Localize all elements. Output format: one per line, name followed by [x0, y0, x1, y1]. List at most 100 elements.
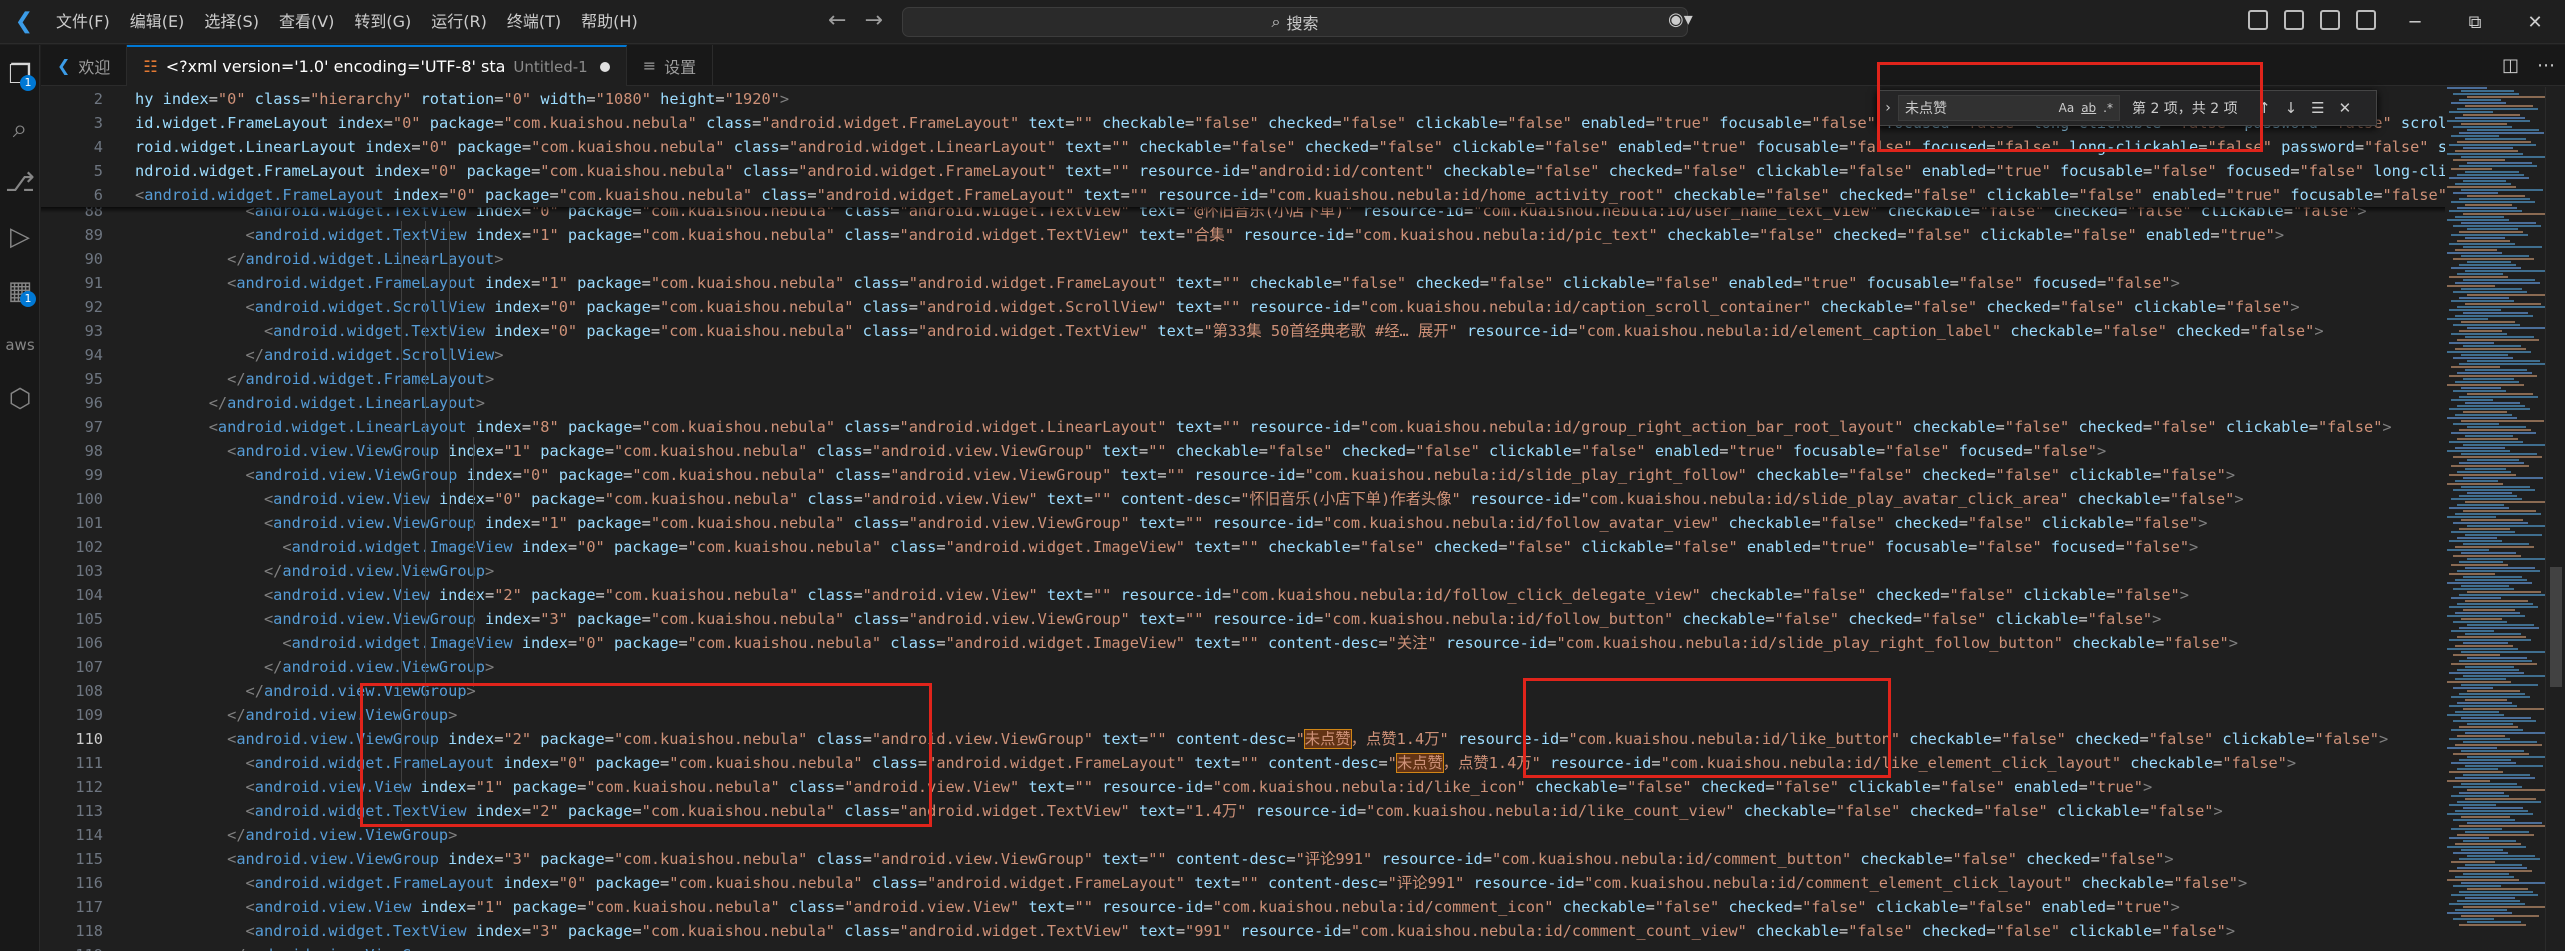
- minimap[interactable]: [2445, 87, 2545, 951]
- menu-edit[interactable]: 编辑(E): [120, 0, 195, 44]
- toggle-primary-sidebar-icon[interactable]: [2284, 10, 2304, 30]
- search-icon: ⌕: [1271, 12, 1281, 31]
- hexagon-extension-icon[interactable]: ⬡: [0, 375, 40, 423]
- code-text: <android.widget.ImageView index="0" pack…: [282, 634, 2238, 652]
- run-debug-icon[interactable]: ▷: [0, 213, 40, 261]
- code-text: <android.widget.ImageView index="0" pack…: [282, 538, 2199, 556]
- find-in-selection-icon[interactable]: ☰: [2311, 99, 2324, 117]
- code-text: <android.widget.FrameLayout index="0" pa…: [135, 186, 2445, 204]
- minimap-line: [2447, 582, 2532, 584]
- toggle-secondary-sidebar-icon[interactable]: [2356, 10, 2376, 30]
- tab-settings[interactable]: ≡ 设置: [627, 45, 714, 86]
- close-window-icon[interactable]: ✕: [2505, 0, 2565, 44]
- minimap-line: [2451, 432, 2536, 434]
- minimap-line: [2447, 549, 2489, 551]
- minimap-line: [2449, 705, 2517, 707]
- find-match-highlight: 未点赞: [1303, 729, 1352, 749]
- sticky-code-line[interactable]: 6 <android.widget.FrameLayout index="0" p…: [41, 183, 2445, 207]
- minimap-line: [2459, 231, 2523, 233]
- menu-go[interactable]: 转到(G): [344, 0, 421, 44]
- code-line[interactable]: 115 <android.view.ViewGroup index="3" pa…: [41, 847, 2441, 871]
- minimap-line: [2449, 507, 2509, 509]
- split-editor-icon[interactable]: ◫: [2502, 55, 2519, 76]
- minimap-line: [2459, 627, 2539, 629]
- tab-welcome[interactable]: ❮ 欢迎: [41, 45, 128, 86]
- sticky-code-line[interactable]: 5 ndroid.widget.FrameLayout index="0" pac…: [41, 159, 2445, 183]
- more-actions-icon[interactable]: ⋯: [2537, 55, 2555, 76]
- minimap-line: [2455, 909, 2507, 911]
- minimap-line: [2461, 684, 2538, 686]
- vscode-icon: ❮: [57, 56, 71, 75]
- code-line[interactable]: 117 <android.view.View index="1" package…: [41, 895, 2441, 919]
- settings-icon: ≡: [642, 56, 657, 75]
- minimap-line: [2447, 912, 2512, 914]
- forward-arrow-icon[interactable]: →: [864, 8, 882, 33]
- menu-run[interactable]: 运行(R): [421, 0, 497, 44]
- code-text: <android.widget.TextView index="1" packa…: [245, 226, 2285, 244]
- minimap-line: [2447, 780, 2490, 782]
- find-buttons: ↑ ↓ ☰ ✕: [2258, 99, 2351, 117]
- extensions-badge: 1: [20, 291, 36, 307]
- close-find-icon[interactable]: ✕: [2339, 99, 2352, 117]
- minimap-line: [2459, 495, 2517, 497]
- source-control-icon[interactable]: ⎇: [0, 159, 40, 207]
- tab-untitled-1[interactable]: ☷ <?xml version='1.0' encoding='UTF-8' s…: [127, 45, 627, 86]
- back-arrow-icon[interactable]: ←: [828, 8, 846, 33]
- toggle-panel-icon[interactable]: [2320, 10, 2340, 30]
- minimap-line: [2449, 870, 2532, 872]
- minimap-line: [2451, 564, 2508, 566]
- minimap-line: [2455, 348, 2526, 350]
- minimap-line: [2447, 120, 2530, 122]
- code-text: </android.widget.FrameLayout>: [227, 370, 495, 388]
- menu-view[interactable]: 查看(V): [269, 0, 344, 44]
- restore-icon[interactable]: ⧉: [2445, 0, 2505, 44]
- minimap-line: [2451, 135, 2499, 137]
- minimap-line: [2451, 465, 2529, 467]
- tab-label: 设置: [664, 57, 697, 77]
- vertical-scrollbar[interactable]: [2545, 87, 2565, 951]
- customize-layout-icon[interactable]: [2248, 10, 2268, 30]
- unsaved-dot-icon[interactable]: [599, 61, 610, 72]
- command-center-search[interactable]: ⌕ 搜索: [902, 7, 1688, 37]
- minimap-line: [2459, 825, 2545, 827]
- minimap-line: [2463, 741, 2537, 743]
- minimap-line: [2455, 645, 2513, 647]
- minimap-line: [2453, 522, 2528, 524]
- minimap-line: [2451, 333, 2507, 335]
- line-number: 91: [84, 274, 103, 292]
- menu-help[interactable]: 帮助(H): [571, 0, 648, 44]
- line-number: 94: [84, 346, 103, 364]
- minimap-line: [2463, 246, 2542, 248]
- minimap-line: [2465, 138, 2526, 140]
- minimap-line: [2463, 147, 2513, 149]
- code-line[interactable]: 118 <android.widget.TextView index="3" p…: [41, 919, 2441, 943]
- code-line[interactable]: 116 <android.widget.FrameLayout index="0…: [41, 871, 2441, 895]
- minimize-icon[interactable]: ─: [2385, 0, 2445, 44]
- extensions-icon[interactable]: ▦ 1: [0, 267, 40, 315]
- next-match-icon[interactable]: ↓: [2285, 99, 2298, 117]
- indent-guide: [473, 437, 474, 687]
- minimap-line: [2449, 837, 2489, 839]
- scrollbar-thumb[interactable]: [2550, 567, 2562, 687]
- menu-selection[interactable]: 选择(S): [194, 0, 269, 44]
- explorer-icon[interactable]: ❐ 1: [0, 51, 40, 99]
- minimap-line: [2459, 132, 2544, 134]
- minimap-line: [2453, 225, 2541, 227]
- minimap-line: [2457, 570, 2540, 572]
- minimap-line: [2459, 330, 2502, 332]
- aws-icon[interactable]: aws: [0, 321, 40, 369]
- minimap-line: [2465, 567, 2535, 569]
- line-number: 2: [93, 90, 103, 108]
- code-line[interactable]: 119 </android.view.ViewGroup>: [41, 943, 2441, 951]
- minimap-line: [2467, 921, 2521, 923]
- minimap-line: [2463, 774, 2530, 776]
- minimap-line: [2447, 186, 2516, 188]
- menu-file[interactable]: 文件(F): [46, 0, 120, 44]
- minimap-line: [2461, 387, 2501, 389]
- minimap-line: [2463, 873, 2509, 875]
- menu-terminal[interactable]: 终端(T): [497, 0, 571, 44]
- minimap-line: [2451, 630, 2494, 632]
- search-view-icon[interactable]: ⌕: [0, 105, 40, 153]
- copilot-icon[interactable]: ◉▾: [1668, 9, 1693, 30]
- minimap-line: [2449, 408, 2530, 410]
